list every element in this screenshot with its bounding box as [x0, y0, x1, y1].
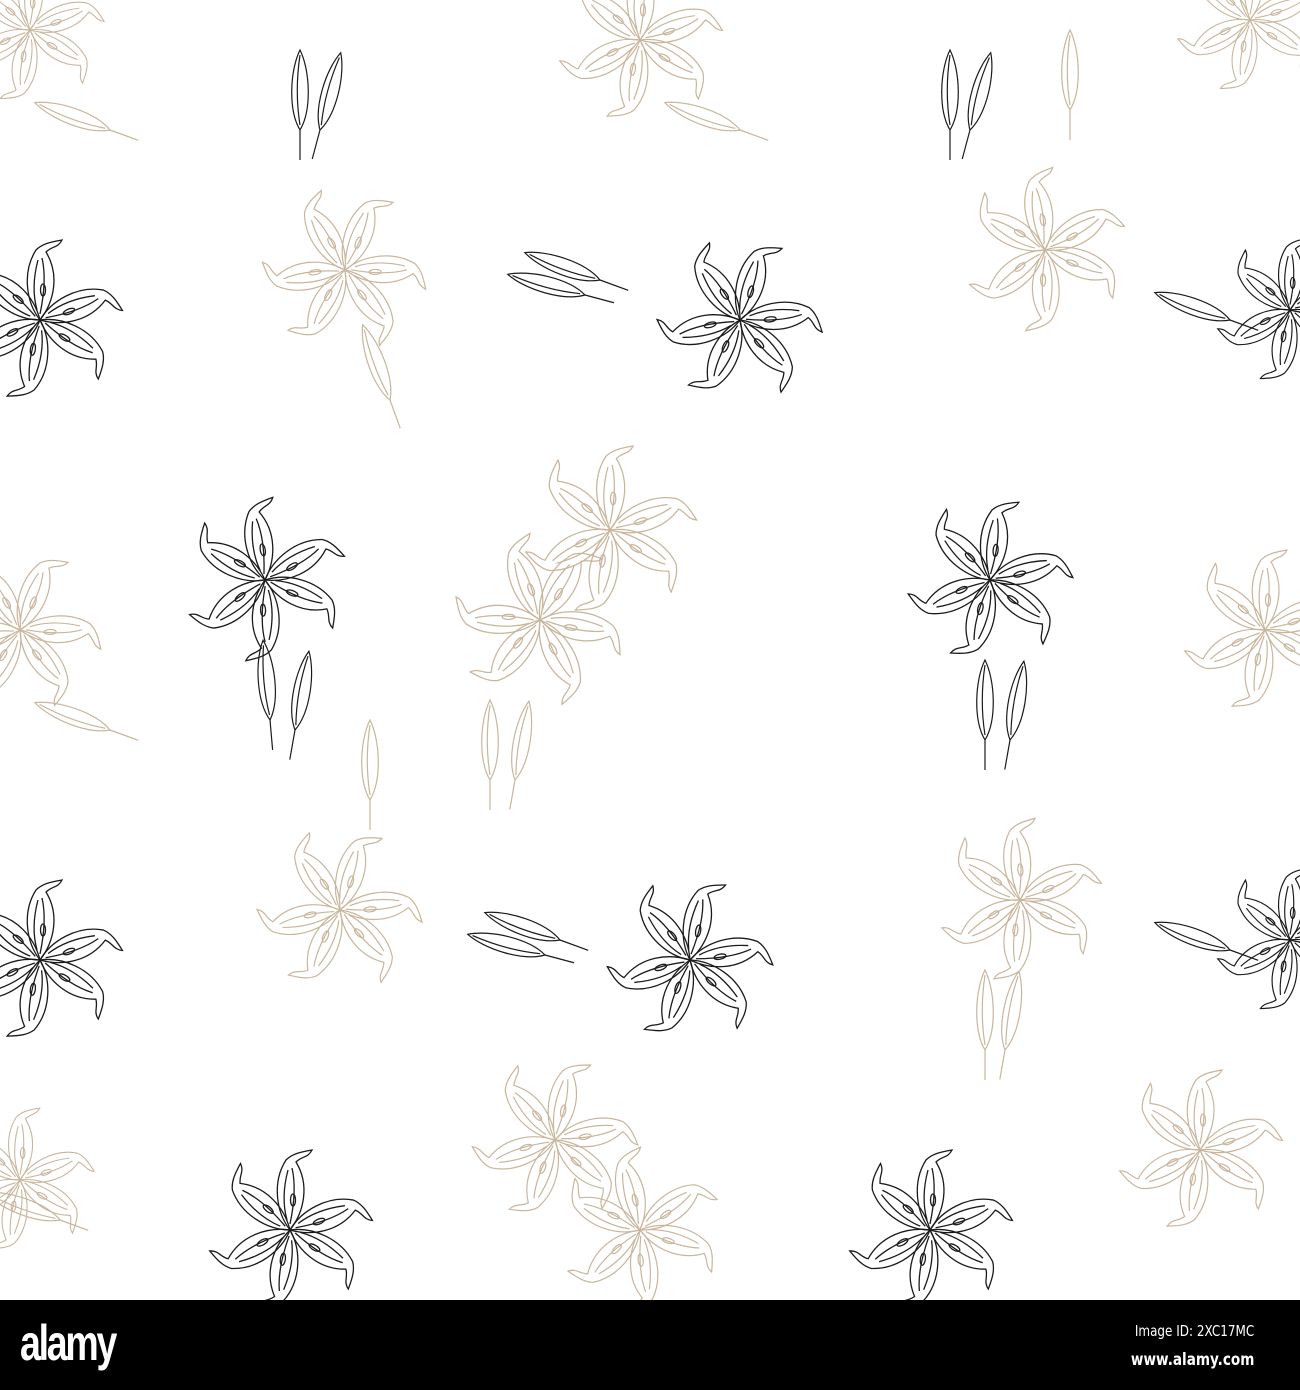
black-lily-bud [281, 649, 318, 762]
black-lily-bud [521, 244, 632, 299]
beige-lily-flower [932, 812, 1110, 989]
black-lily-bud [481, 904, 592, 959]
beige-lily-flower [559, 0, 724, 122]
black-lily-flower [849, 1149, 1014, 1300]
website-link: www.alamy.com [1130, 1350, 1254, 1370]
beige-lily-bud [354, 321, 409, 432]
black-lily-bud [464, 925, 577, 972]
stock-image: alamy Image ID: 2XC17MC www.alamy.com [0, 0, 1300, 1390]
beige-lily-flower [1119, 1069, 1284, 1232]
black-lily-flower [209, 1149, 374, 1300]
beige-lily-flower [1184, 549, 1300, 712]
beige-lily-bud [31, 94, 142, 149]
beige-lily-flower [525, 445, 698, 616]
black-lily-bud [254, 638, 282, 752]
black-lily-bud [504, 265, 617, 312]
black-lily-flower [640, 221, 841, 421]
black-lily-flower [0, 239, 124, 402]
beige-lily-bud [31, 694, 142, 749]
black-lily-bud [303, 49, 350, 162]
beige-lily-bud [976, 969, 994, 1081]
beige-lily-flower [240, 811, 441, 1011]
black-lily-bud [291, 49, 309, 161]
beige-lily-bud [501, 699, 538, 812]
alamy-logo: alamy [20, 1315, 117, 1371]
beige-lily-bud [661, 94, 772, 149]
beige-lily-flower [241, 166, 451, 375]
beige-lily-bud [481, 699, 499, 811]
black-lily-bud [953, 49, 1000, 162]
black-lily-flower [902, 492, 1080, 669]
black-lily-bud [1151, 914, 1262, 969]
black-lily-bud [1151, 284, 1262, 339]
beige-lily-flower [0, 0, 105, 104]
beige-lily-flower [1177, 0, 1300, 94]
black-lily-flower [1217, 237, 1300, 384]
black-lily-bud [941, 49, 959, 161]
beige-lily-bud [1061, 29, 1079, 141]
beige-lily-flower [423, 504, 658, 738]
black-lily-flower [0, 879, 124, 1042]
watermark-footer: alamy Image ID: 2XC17MC www.alamy.com [0, 1300, 1300, 1390]
lily-pattern [0, 0, 1300, 1300]
beige-lily-flower [0, 526, 126, 735]
image-id: Image ID: 2XC17MC [1134, 1322, 1254, 1340]
black-lily-bud [976, 659, 994, 771]
beige-lily-bud [991, 969, 1028, 1082]
beige-lily-bud [361, 719, 379, 831]
beige-lily-flower [951, 156, 1141, 345]
black-lily-flower [596, 866, 786, 1055]
beige-lily-flower [0, 1107, 95, 1254]
beige-lily-flower [541, 1130, 742, 1300]
black-lily-bud [996, 659, 1033, 772]
black-lily-flower [1217, 867, 1300, 1014]
